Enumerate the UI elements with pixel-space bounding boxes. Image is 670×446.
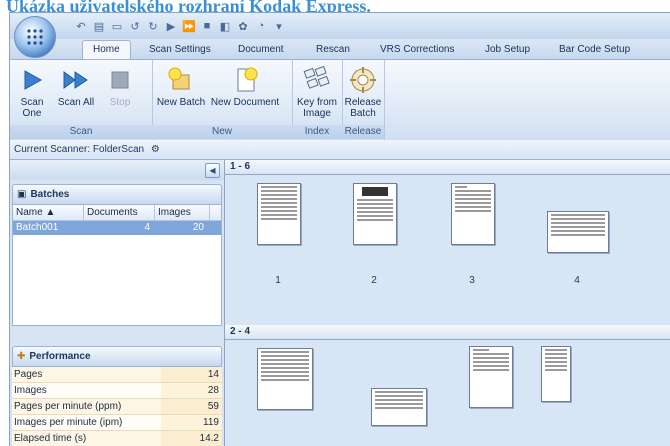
stop-icon[interactable]: ■	[200, 19, 214, 33]
ribbon-group-index: Key from Image Index	[292, 60, 343, 140]
app-logo-icon	[27, 29, 43, 45]
document-range-header: 1 - 6	[225, 160, 670, 175]
page-thumbnail[interactable]	[257, 183, 301, 245]
scan-one-button[interactable]: Scan One	[12, 63, 52, 119]
list-item: Pages 14	[12, 367, 222, 383]
tab-job-setup[interactable]: Job Setup	[485, 41, 530, 59]
tab-vrs-corrections[interactable]: VRS Corrections	[380, 41, 454, 59]
scan-all-button[interactable]: Scan All	[56, 63, 96, 108]
tab-bar-code-setup[interactable]: Bar Code Setup	[559, 41, 630, 59]
list-item: Pages per minute (ppm) 59	[12, 399, 222, 415]
page-thumbnail[interactable]	[547, 211, 609, 253]
ribbon-group-scan: Scan One Scan All Stop Scan	[10, 60, 153, 140]
current-scanner-bar: Current Scanner: FolderScan ⚙	[10, 140, 670, 160]
left-panel: ◀ ▣ Batches Name ▲ Documents Images Batc…	[10, 160, 225, 446]
undo-icon[interactable]: ↶	[74, 19, 88, 33]
batch-icon[interactable]: ◧	[218, 19, 232, 33]
document-view: 1 - 6 1 2 3 4 2 - 4	[225, 160, 670, 446]
document-group-1: 1 2 3 4	[225, 175, 670, 325]
page-number: 2	[371, 275, 377, 286]
batches-icon: ▣	[17, 189, 27, 200]
column-images[interactable]: Images	[155, 205, 210, 220]
release-batch-button[interactable]: Release Batch	[344, 63, 382, 119]
ribbon: Scan One Scan All Stop Scan New Batch Ne…	[10, 59, 670, 141]
save-icon[interactable]: ▤	[92, 19, 106, 33]
table-row[interactable]: Batch001 4 20	[13, 221, 221, 235]
performance-header: ✚ Performance	[12, 346, 222, 367]
column-name[interactable]: Name ▲	[13, 205, 84, 220]
dropdown-icon[interactable]: ▾	[272, 19, 286, 33]
batches-table: Name ▲ Documents Images Batch001 4 20	[12, 205, 222, 326]
document-range-header: 2 - 4	[225, 325, 670, 340]
page-number: 3	[469, 275, 475, 286]
page-thumbnail[interactable]	[257, 348, 313, 410]
new-batch-button[interactable]: New Batch	[156, 63, 206, 108]
page-thumbnail[interactable]	[469, 346, 513, 408]
new-batch-icon	[168, 67, 190, 90]
new-document-button[interactable]: New Document	[210, 63, 280, 108]
ribbon-group-new: New Batch New Document New	[152, 60, 293, 140]
app-window: ↶ ▤ ▭ ↺ ↻ ▶ ⏩ ■ ◧ ✿ ◔ ▾ Home Scan Settin…	[9, 12, 670, 446]
fast-forward-icon[interactable]: ⏩	[182, 19, 196, 33]
stop-button[interactable]: Stop	[102, 63, 138, 108]
settings-icon[interactable]: ✿	[236, 19, 250, 33]
ribbon-group-release: Release Batch Release	[342, 60, 385, 140]
tab-home[interactable]: Home	[82, 40, 131, 59]
list-item: Images 28	[12, 383, 222, 399]
ribbon-group-label: Release	[342, 125, 384, 139]
ribbon-group-label: Scan	[10, 125, 152, 139]
tab-rescan[interactable]: Rescan	[316, 41, 350, 59]
play-icon	[24, 70, 43, 90]
play-icon[interactable]: ▶	[164, 19, 178, 33]
fast-forward-icon	[63, 71, 88, 89]
key-from-image-button[interactable]: Key from Image	[295, 63, 339, 119]
list-item: Images per minute (ipm) 119	[12, 415, 222, 431]
rotate-icon[interactable]: ↺	[128, 19, 142, 33]
ribbon-tabs: Home Scan Settings Document Rescan VRS C…	[10, 39, 670, 59]
collapse-panel-button[interactable]: ◀	[205, 163, 220, 178]
performance-icon: ✚	[17, 351, 26, 362]
new-document-icon	[237, 67, 258, 92]
scanner-settings-icon[interactable]: ⚙	[151, 144, 160, 155]
batches-header: ▣ Batches	[12, 184, 222, 205]
page-number: 4	[574, 275, 580, 286]
page-thumbnail[interactable]	[353, 183, 397, 245]
release-batch-icon	[350, 67, 376, 93]
help-icon[interactable]: ◔	[254, 19, 268, 33]
redo-icon[interactable]: ↻	[146, 19, 160, 33]
page-thumbnail[interactable]	[371, 388, 427, 426]
ribbon-group-label: New	[152, 125, 292, 139]
tab-scan-settings[interactable]: Scan Settings	[149, 41, 211, 59]
batches-table-header: Name ▲ Documents Images	[13, 205, 221, 221]
key-from-image-icon	[303, 65, 330, 89]
tab-document[interactable]: Document	[238, 41, 284, 59]
page-thumbnail[interactable]	[451, 183, 495, 245]
folder-icon[interactable]: ▭	[110, 19, 124, 33]
list-item: Elapsed time (s) 14.2	[12, 431, 222, 446]
current-scanner-label: Current Scanner: FolderScan	[14, 144, 145, 155]
page-number: 1	[275, 275, 281, 286]
stop-icon	[111, 71, 129, 89]
app-menu-orb[interactable]	[14, 16, 56, 58]
column-documents[interactable]: Documents	[84, 205, 155, 220]
page-thumbnail[interactable]	[541, 346, 571, 402]
document-group-2	[225, 340, 670, 446]
performance-rows: Pages 14 Images 28 Pages per minute (ppm) 5…	[10, 367, 224, 446]
performance-panel: ✚ Performance Pages 14 Images 28 Pages per…	[10, 342, 224, 446]
left-panel-toolbar: ◀	[10, 160, 224, 180]
quick-access-toolbar: ↶ ▤ ▭ ↺ ↻ ▶ ⏩ ■ ◧ ✿ ◔ ▾	[10, 13, 670, 39]
ribbon-group-label: Index	[292, 125, 342, 139]
